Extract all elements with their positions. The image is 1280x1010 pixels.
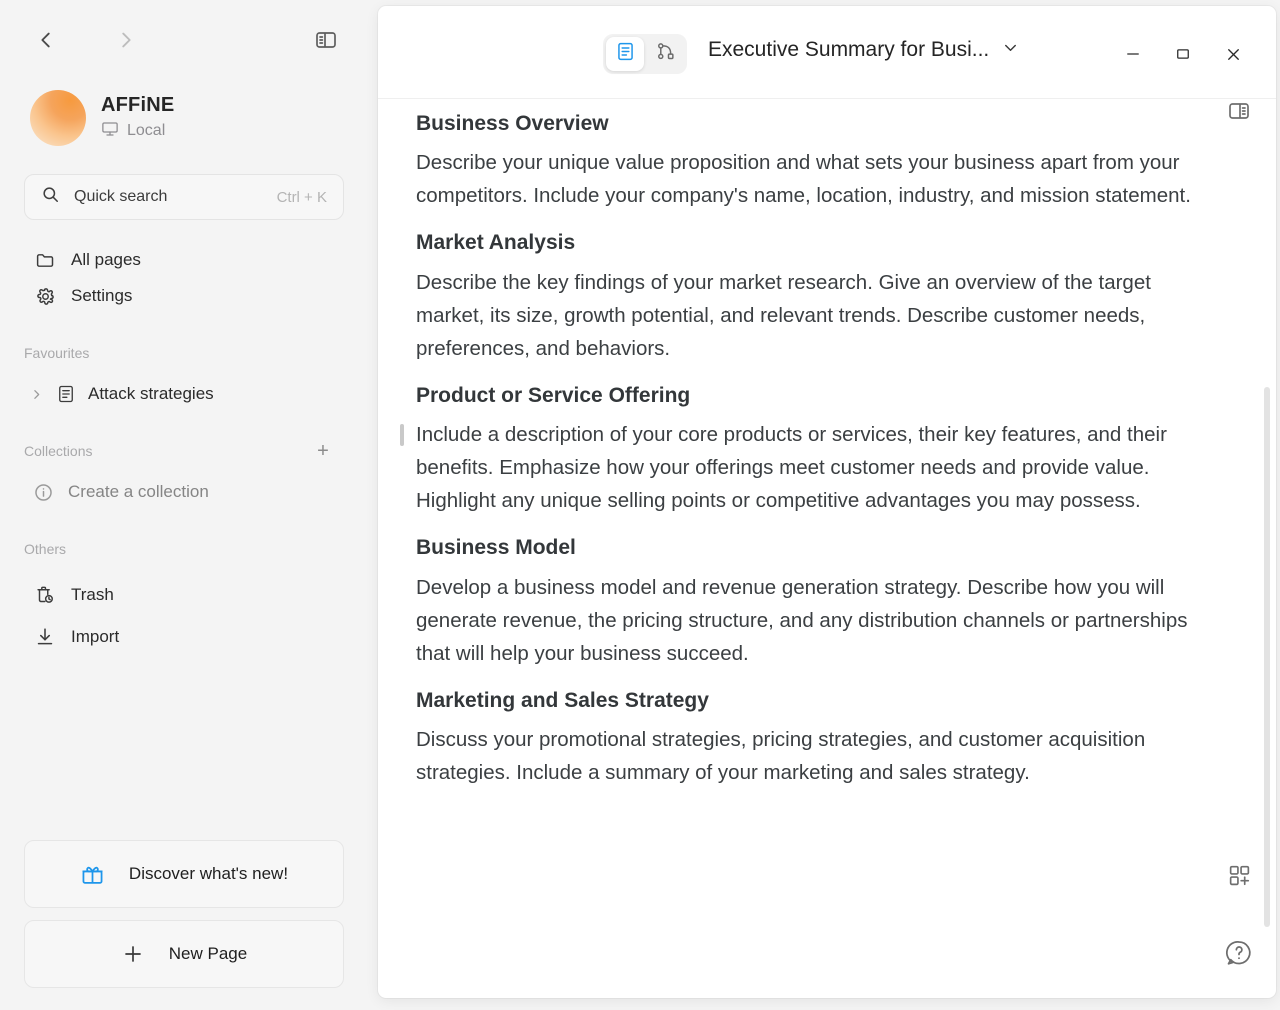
workspace-sync-status: Local [101, 120, 174, 143]
search-icon [41, 185, 60, 209]
plus-icon [121, 942, 145, 966]
quick-search-label: Quick search [74, 188, 168, 205]
favourites-section-header: Favourites [0, 338, 368, 368]
paragraph-business-overview[interactable]: Describe your unique value proposition a… [416, 146, 1200, 212]
workspace-avatar [30, 90, 86, 146]
create-a-collection-label: Create a collection [68, 482, 209, 501]
quick-search-input[interactable]: Quick search Ctrl + K [24, 174, 344, 220]
document-floating-tools [1222, 858, 1256, 970]
sidebar-item-all-pages[interactable]: All pages [24, 242, 344, 278]
document-scrollbar-thumb[interactable] [1264, 387, 1270, 927]
new-page-button[interactable]: New Page [24, 920, 344, 988]
trash-clock-icon [34, 584, 56, 606]
sidebar-item-trash[interactable]: Trash [24, 574, 344, 616]
others-title: Others [24, 541, 67, 557]
editor-mode-switch[interactable] [603, 34, 687, 74]
paragraph-text: Include a description of your core produ… [416, 423, 1167, 513]
collections-section-header: Collections + [0, 436, 368, 466]
page-mode-icon [615, 41, 636, 67]
window-controls [1108, 32, 1258, 76]
heading-business-overview: Business Overview [416, 112, 609, 135]
add-widget-icon[interactable] [1222, 858, 1256, 892]
download-icon [34, 626, 56, 648]
sidebar-others-nav: Trash Import [0, 574, 368, 658]
page-mode-button[interactable] [606, 37, 644, 71]
sidebar-item-label: Trash [71, 585, 114, 604]
new-page-label: New Page [168, 944, 248, 963]
help-bubble-icon[interactable] [1222, 936, 1256, 970]
gear-icon [34, 286, 56, 307]
heading-product-or-service-offering: Product or Service Offering [416, 383, 691, 407]
workspace-name: AFFiNE [101, 93, 175, 116]
paragraph-product-or-service-offering[interactable]: Include a description of your core produ… [400, 418, 1200, 517]
document-scroll-area[interactable]: Business Overview Describe your unique v… [378, 99, 1276, 998]
nav-back-button[interactable] [26, 20, 66, 60]
sidebar-item-attack-strategies[interactable]: Attack strategies [24, 376, 344, 412]
sidebar-item-settings[interactable]: Settings [24, 278, 344, 314]
sidebar-item-label: All pages [71, 250, 141, 269]
sync-status-label: Local [127, 122, 166, 139]
monitor-icon [101, 120, 119, 143]
heading-market-analysis: Market Analysis [416, 231, 576, 255]
block-drag-handle[interactable] [400, 424, 404, 447]
sidebar-toggle-icon[interactable] [306, 20, 346, 60]
workspace-selector[interactable]: AFFiNE Local [0, 86, 368, 146]
add-collection-button[interactable]: + [312, 440, 334, 462]
maximize-button[interactable] [1158, 32, 1208, 76]
others-section-header: Others [0, 534, 368, 564]
sidebar-item-label: Settings [71, 286, 133, 305]
discover-label: Discover what's new! [128, 864, 289, 883]
quick-search-shortcut: Ctrl + K [276, 188, 327, 206]
heading-business-model: Business Model [416, 536, 576, 560]
paragraph-marketing-and-sales-strategy[interactable]: Discuss your promotional strategies, pri… [416, 723, 1200, 789]
sidebar-bottom-buttons: Discover what's new! New Page [0, 840, 368, 1010]
sidebar-item-label: Import [71, 627, 120, 646]
document-title-dropdown[interactable]: Executive Summary for Busi... [708, 38, 1020, 62]
create-a-collection-item[interactable]: Create a collection [24, 474, 344, 510]
sidebar-topbar [0, 0, 368, 80]
document-title: Executive Summary for Busi... [708, 38, 990, 61]
doc-icon [55, 384, 77, 404]
chevron-right-icon[interactable] [28, 388, 44, 401]
heading-marketing-and-sales-strategy: Marketing and Sales Strategy [416, 688, 709, 712]
close-button[interactable] [1208, 32, 1258, 76]
discover-whats-new-button[interactable]: Discover what's new! [24, 840, 344, 908]
sidebar-item-label: Attack strategies [88, 384, 214, 403]
app-root: AFFiNE Local Quick search Ctrl + K All p… [0, 0, 1280, 1010]
folder-icon [34, 250, 56, 271]
minimize-button[interactable] [1108, 32, 1158, 76]
edgeless-mode-icon [655, 41, 676, 67]
info-circle-icon [32, 482, 54, 503]
collections-title: Collections [24, 443, 93, 459]
paragraph-business-model[interactable]: Develop a business model and revenue gen… [416, 571, 1200, 670]
workspace-text: AFFiNE Local [101, 94, 174, 143]
nav-forward-button[interactable] [106, 20, 146, 60]
window-titlebar[interactable]: Executive Summary for Busi... [378, 6, 1276, 119]
sidebar-primary-nav: All pages Settings [0, 242, 368, 314]
document-content: Business Overview Describe your unique v… [378, 109, 1276, 789]
sidebar: AFFiNE Local Quick search Ctrl + K All p… [0, 0, 368, 1010]
edgeless-mode-button[interactable] [646, 37, 684, 71]
paragraph-market-analysis[interactable]: Describe the key findings of your market… [416, 266, 1200, 365]
document-window: Executive Summary for Busi... Business O… [378, 6, 1276, 998]
favourites-title: Favourites [24, 345, 90, 361]
gift-icon [80, 862, 105, 887]
sidebar-item-import[interactable]: Import [24, 616, 344, 658]
chevron-down-icon[interactable] [1001, 38, 1020, 62]
